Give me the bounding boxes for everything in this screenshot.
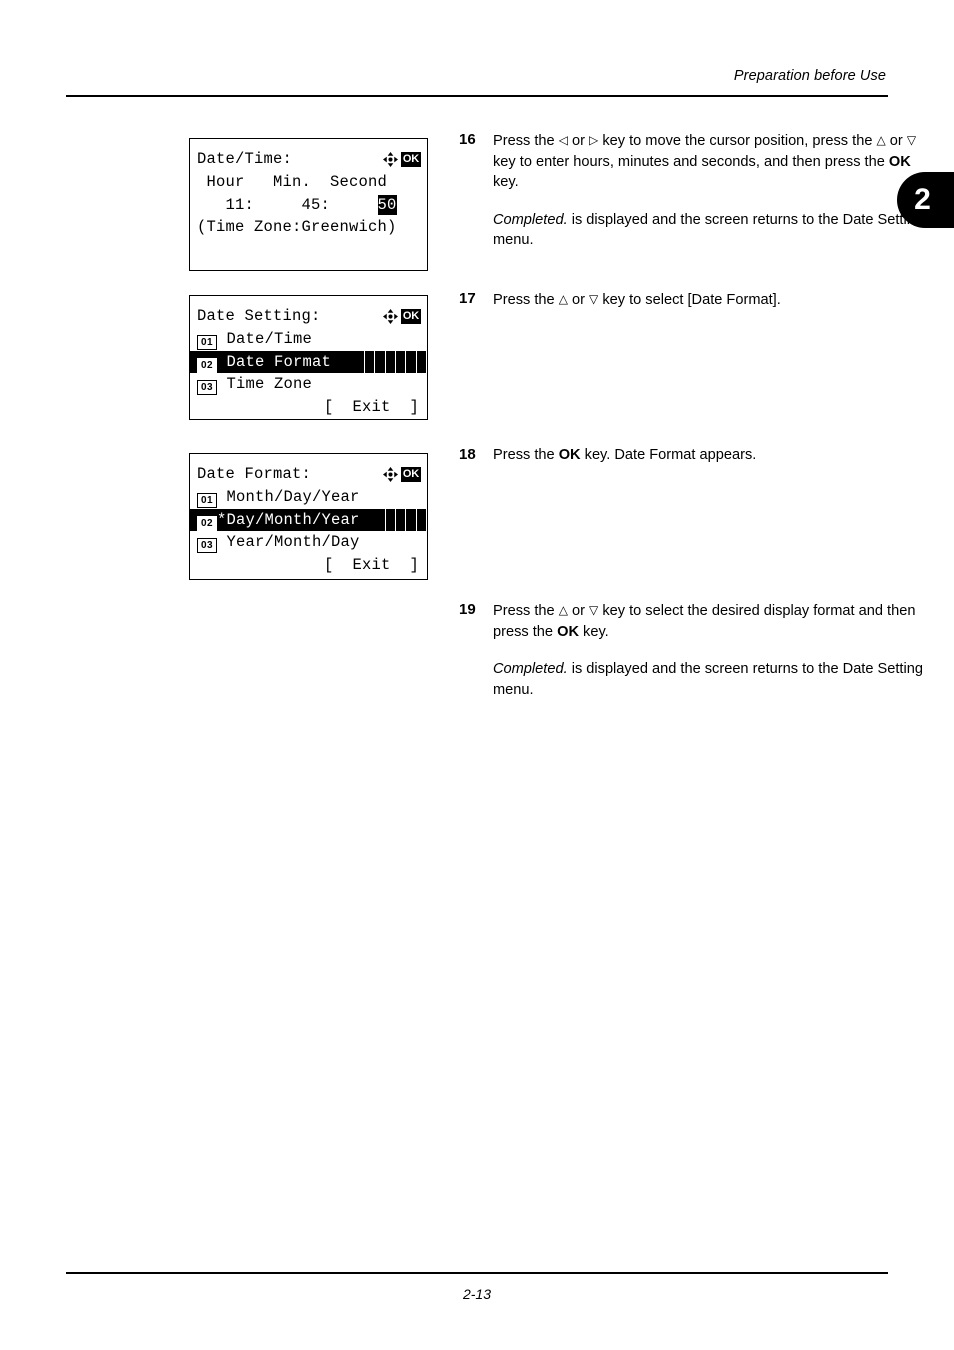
item-number-badge: 01 — [197, 334, 217, 350]
step-19: 19 Press the △ or ▽ key to select the de… — [459, 600, 923, 700]
step-body: Press the ◁ or ▷ key to move the cursor … — [493, 130, 923, 251]
step-number: 17 — [459, 290, 476, 307]
four-way-arrow-icon — [382, 151, 398, 167]
item-label: *Day/Month/Year — [217, 510, 360, 529]
lcd-title-row: Date Format: OK — [190, 463, 427, 486]
item-label: Date/Time — [226, 329, 313, 348]
lcd-menu-item-time-zone[interactable]: 03 Time Zone — [190, 373, 427, 396]
step-18: 18 Press the OK key. Date Format appears… — [459, 445, 923, 466]
lcd-menu-item-month-day-year[interactable]: 01 Month/Day/Year — [190, 486, 427, 509]
item-number-badge: 03 — [197, 380, 217, 396]
step-16: 16 Press the ◁ or ▷ key to move the curs… — [459, 130, 923, 251]
step-paragraph: Completed. is displayed and the screen r… — [493, 211, 923, 249]
lcd-cell-dividers — [355, 350, 427, 374]
item-label: Year/Month/Day — [226, 533, 360, 552]
lcd-title: Date Format: — [197, 465, 312, 483]
lcd-menu-item-date-time[interactable]: 01 Date/Time — [190, 328, 427, 351]
four-way-arrow-icon — [382, 308, 398, 324]
step-number: 18 — [459, 446, 476, 463]
step-paragraph: Press the △ or ▽ key to select [Date For… — [493, 292, 781, 308]
item-number-badge: 02 — [197, 357, 217, 373]
lcd-cursor-seconds: 50 — [377, 194, 397, 215]
step-body: Press the OK key. Date Format appears. — [493, 445, 923, 466]
lcd-exit-row[interactable]: [ Exit ] — [190, 396, 427, 419]
step-body: Press the △ or ▽ key to select the desir… — [493, 600, 923, 700]
step-number: 16 — [459, 131, 476, 148]
header-divider — [66, 95, 888, 97]
item-number-badge: 01 — [197, 492, 217, 508]
item-label: Date Format — [226, 352, 332, 371]
ok-key-icon: OK — [400, 466, 421, 482]
ok-key-icon: OK — [400, 308, 421, 324]
item-number-badge: 03 — [197, 538, 217, 554]
lcd-row-time-zone: (Time Zone:Greenwich) — [197, 218, 397, 237]
step-paragraph: Press the ◁ or ▷ key to move the cursor … — [493, 133, 917, 190]
lcd-title-row: Date Setting: OK — [190, 305, 427, 328]
step-paragraph: Press the △ or ▽ key to select the desir… — [493, 603, 916, 640]
lcd-menu-item-day-month-year[interactable]: 02 *Day/Month/Year — [190, 508, 427, 532]
ok-key-icon: OK — [400, 151, 421, 167]
lcd-panel-date-time: Date/Time: OK Hour Min. Second 11: 45: 5… — [189, 138, 428, 271]
lcd-menu-item-year-month-day[interactable]: 03 Year/Month/Day — [190, 531, 427, 554]
lcd-time-digits: 11: 45: — [197, 195, 378, 214]
lcd-row-time-values: 11: 45: 50 — [190, 194, 427, 217]
step-number: 19 — [459, 601, 476, 618]
step-17: 17 Press the △ or ▽ key to select [Date … — [459, 289, 923, 311]
page-header-title: Preparation before Use — [733, 68, 886, 84]
lcd-panel-date-setting: Date Setting: OK 01 Date/Time 02 Date Fo… — [189, 295, 428, 420]
lcd-title: Date Setting: — [197, 307, 321, 325]
four-way-arrow-icon — [382, 466, 398, 482]
lcd-cell-dividers — [375, 508, 427, 532]
step-paragraph: Press the OK key. Date Format appears. — [493, 447, 757, 463]
lcd-title: Date/Time: — [197, 150, 293, 168]
item-number-badge: 02 — [197, 515, 217, 531]
lcd-row-column-labels: Hour Min. Second — [197, 172, 388, 191]
footer-divider — [66, 1272, 888, 1274]
item-label: Month/Day/Year — [226, 487, 360, 506]
step-paragraph: Completed. is displayed and the screen r… — [493, 661, 923, 698]
item-label: Time Zone — [226, 375, 313, 394]
step-body: Press the △ or ▽ key to select [Date For… — [493, 289, 923, 311]
lcd-panel-date-format: Date Format: OK 01 Month/Day/Year 02 *Day… — [189, 453, 428, 580]
lcd-exit-row[interactable]: [ Exit ] — [190, 554, 427, 577]
page-number: 2-13 — [462, 1286, 492, 1302]
lcd-title-row: Date/Time: OK — [190, 148, 427, 171]
lcd-menu-item-date-format[interactable]: 02 Date Format — [190, 350, 427, 374]
